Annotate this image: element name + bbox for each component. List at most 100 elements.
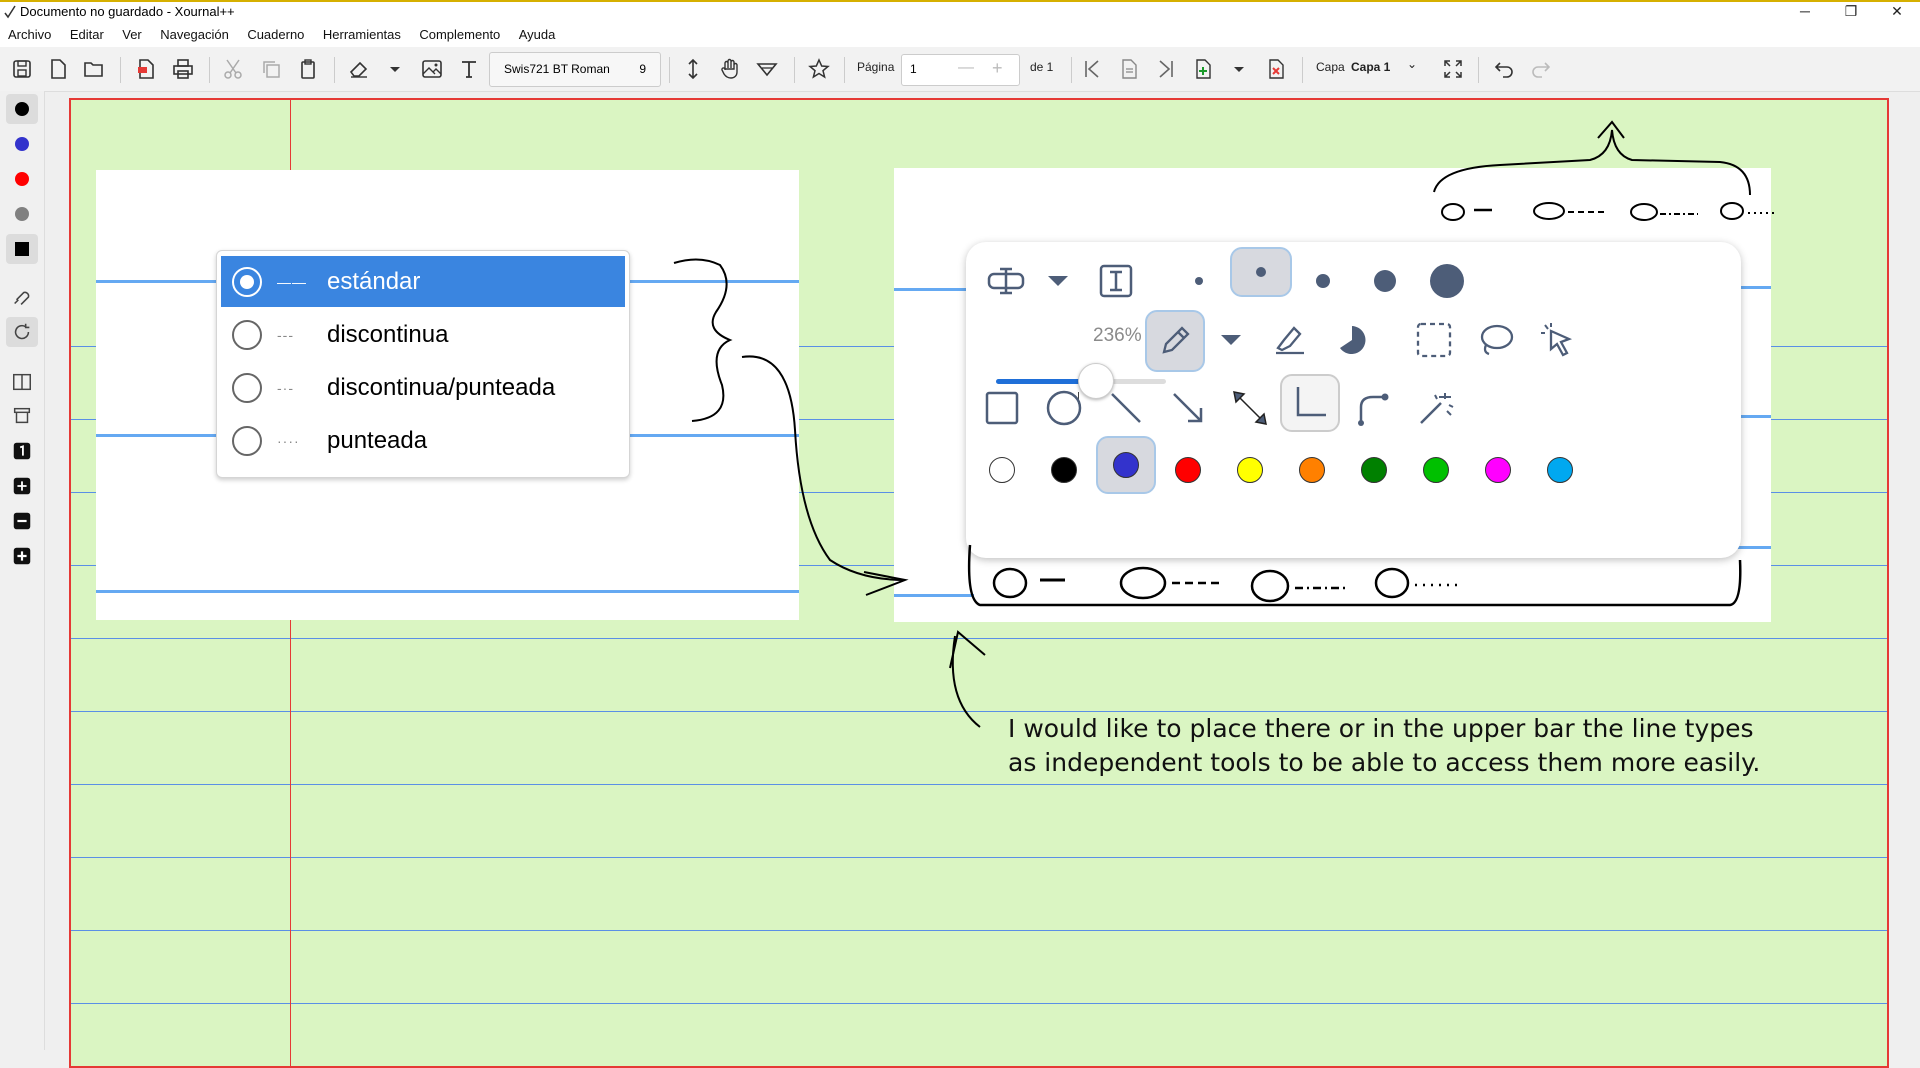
ellipse-tool[interactable] [1034, 378, 1094, 438]
size-fine-button[interactable] [1230, 247, 1292, 297]
ruled-line [71, 1003, 1887, 1004]
color-red-swatch[interactable] [1158, 440, 1218, 500]
undo-button[interactable] [1490, 55, 1518, 83]
menu-herramientas[interactable]: Herramientas [323, 23, 401, 47]
line-style-standard-option[interactable]: —— estándar [221, 256, 625, 307]
line-style-dashed-option[interactable]: --- discontinua [221, 309, 625, 360]
tool-popup-screenshot[interactable]: 236% [894, 168, 1771, 622]
hand-tool-button[interactable] [716, 55, 744, 83]
color-magenta-swatch[interactable] [1468, 440, 1528, 500]
caret-down-icon [1048, 276, 1068, 286]
page-number-input[interactable]: 1 — + [901, 54, 1020, 86]
size-very-fine-button[interactable] [1169, 251, 1229, 311]
lasso-select-tool[interactable] [1466, 310, 1526, 370]
eraser-dropdown-button[interactable] [381, 55, 409, 83]
layer-selector[interactable]: Capa 1 [1351, 60, 1390, 74]
grid-snap-button[interactable] [6, 317, 38, 347]
open-button[interactable] [80, 55, 108, 83]
vertical-space-button[interactable] [679, 55, 707, 83]
cut-button[interactable] [219, 55, 247, 83]
export-pdf-button[interactable] [132, 55, 160, 83]
rotate-icon [14, 323, 30, 340]
tool-dropdown-arrow[interactable] [1028, 251, 1088, 311]
highlighter-tool-button[interactable] [1260, 310, 1320, 370]
font-selector-button[interactable]: Swis721 BT Roman 9 [489, 52, 661, 87]
spline-tool[interactable] [1344, 378, 1404, 438]
new-page-dropdown-button[interactable] [1225, 55, 1253, 83]
color-blue-button[interactable] [6, 129, 38, 159]
insert-image-button[interactable] [418, 55, 446, 83]
menu-archivo[interactable]: Archivo [8, 23, 51, 47]
object-select-tool[interactable] [1528, 310, 1588, 370]
pen-tool-button[interactable] [1145, 310, 1205, 372]
new-page-button[interactable] [1189, 55, 1217, 83]
paired-pages-button[interactable] [6, 367, 38, 397]
menu-cuaderno[interactable]: Cuaderno [247, 23, 304, 47]
color-cyan-swatch[interactable] [1530, 440, 1590, 500]
redo-icon [1532, 62, 1551, 78]
layer-dropdown-chevron[interactable]: ⌄ [1407, 57, 1417, 71]
paste-button[interactable] [294, 55, 322, 83]
fullscreen-button[interactable] [1439, 55, 1467, 83]
save-button[interactable] [8, 55, 36, 83]
color-custom-button[interactable] [6, 234, 38, 264]
close-window-button[interactable]: ✕ [1874, 2, 1920, 23]
line-tool[interactable] [1096, 378, 1156, 438]
color-orange-swatch[interactable] [1282, 440, 1342, 500]
line-style-screenshot[interactable]: —— estándar --- discontinua -·- disconti… [96, 170, 799, 620]
zoom-out-button[interactable] [6, 506, 38, 536]
print-button[interactable] [169, 55, 197, 83]
copy-button[interactable] [257, 55, 285, 83]
arrow-tool[interactable] [1158, 378, 1218, 438]
presentation-mode-button[interactable] [6, 401, 38, 431]
menu-editar[interactable]: Editar [70, 23, 104, 47]
menu-complemento[interactable]: Complemento [419, 23, 500, 47]
line-style-dotted-option[interactable]: ···· punteada [221, 415, 625, 466]
menu-navegacion[interactable]: Navegación [160, 23, 229, 47]
text-tool-button[interactable] [455, 55, 483, 83]
size-thick-button[interactable] [1355, 251, 1415, 311]
ruled-line [71, 638, 1887, 639]
shape-recognizer-tool[interactable] [1406, 378, 1466, 438]
copy-icon [263, 61, 280, 78]
rectangle-tool[interactable] [972, 378, 1032, 438]
color-white-swatch[interactable] [972, 440, 1032, 500]
delete-page-button[interactable] [1262, 55, 1290, 83]
color-yellow-swatch[interactable] [1220, 440, 1280, 500]
text-cursor-tool[interactable] [976, 251, 1036, 311]
redo-button[interactable] [1527, 55, 1555, 83]
coordinate-system-tool[interactable] [1280, 374, 1340, 432]
menu-ver[interactable]: Ver [122, 23, 142, 47]
size-very-thick-button[interactable] [1417, 251, 1477, 311]
restore-button[interactable]: ❐ [1828, 2, 1874, 23]
color-light-green-swatch[interactable] [1406, 440, 1466, 500]
zoom-100-button[interactable] [6, 436, 38, 466]
color-red-button[interactable] [6, 164, 38, 194]
favorite-button[interactable] [805, 55, 833, 83]
page-increment-button[interactable]: + [992, 58, 1003, 79]
rect-select-tool[interactable] [1404, 310, 1464, 370]
text-box-tool[interactable] [1086, 251, 1146, 311]
pen-dropdown-arrow[interactable] [1201, 310, 1261, 370]
first-page-button[interactable] [1078, 55, 1106, 83]
eraser-button[interactable] [345, 55, 373, 83]
zoom-in-button[interactable] [6, 541, 38, 571]
menu-ayuda[interactable]: Ayuda [519, 23, 556, 47]
goto-page-button[interactable] [1115, 55, 1143, 83]
eraser-tool-button[interactable] [1322, 310, 1382, 370]
last-page-button[interactable] [1152, 55, 1180, 83]
new-document-button[interactable] [44, 55, 72, 83]
minimize-button[interactable]: ─ [1782, 2, 1828, 23]
color-black-swatch[interactable] [1034, 440, 1094, 500]
zoom-fit-button[interactable] [6, 471, 38, 501]
color-gray-button[interactable] [6, 199, 38, 229]
fill-tool-button[interactable] [753, 55, 781, 83]
color-black-button[interactable] [6, 94, 38, 124]
double-arrow-tool[interactable] [1220, 378, 1280, 438]
size-medium-button[interactable] [1293, 251, 1353, 311]
color-blue-swatch[interactable] [1096, 436, 1156, 494]
rotation-snap-button[interactable] [6, 283, 38, 313]
line-style-dashdot-option[interactable]: -·- discontinua/punteada [221, 362, 625, 413]
page-decrement-button[interactable]: — [958, 59, 974, 77]
color-green-swatch[interactable] [1344, 440, 1404, 500]
